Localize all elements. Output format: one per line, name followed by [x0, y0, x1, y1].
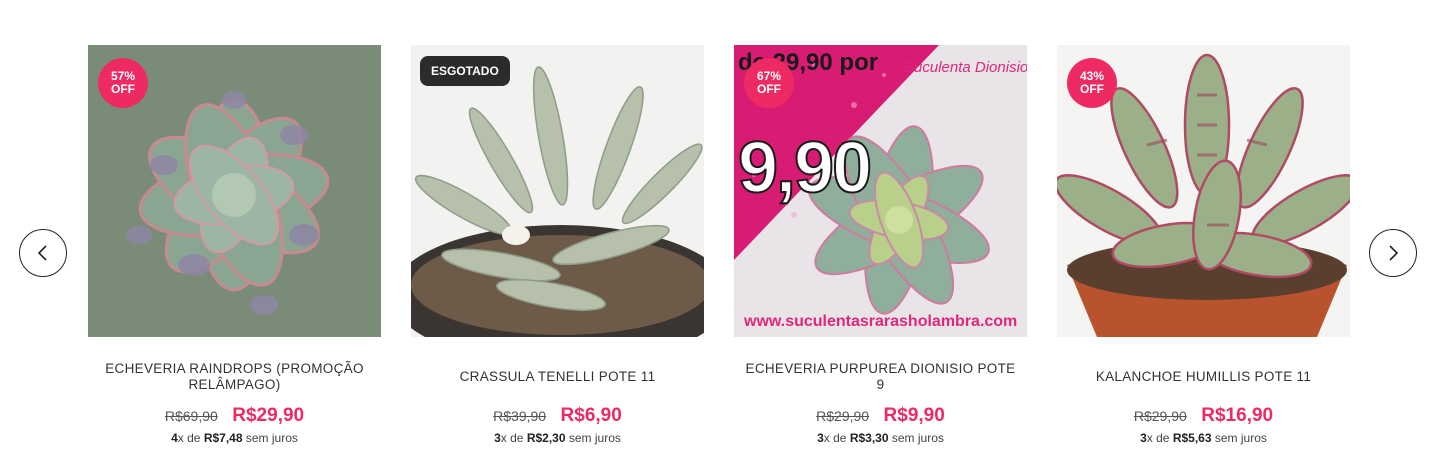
installment-suffix: sem juros [888, 431, 944, 445]
installment-count: 3 [494, 431, 501, 445]
installments: 4x de R$7,48 sem juros [88, 431, 381, 445]
soldout-badge: ESGOTADO [420, 56, 510, 86]
installment-value: R$3,30 [849, 431, 889, 445]
discount-badge: 43% OFF [1067, 58, 1117, 108]
product-image[interactable]: de 29,90 por Suculenta Dionisio 9,90 www… [734, 45, 1027, 337]
carousel-next-button[interactable] [1369, 229, 1417, 277]
installment-sep: x de [823, 431, 850, 445]
carousel-prev-button[interactable] [19, 229, 67, 277]
installment-count: 4 [171, 431, 178, 445]
old-price: R$29,90 [1133, 408, 1187, 424]
product-card[interactable]: de 29,90 por Suculenta Dionisio 9,90 www… [734, 45, 1027, 445]
chevron-right-icon [1389, 245, 1399, 261]
installment-value: R$5,63 [1172, 431, 1212, 445]
old-price: R$29,90 [816, 408, 870, 424]
sale-price: R$16,90 [1201, 405, 1274, 426]
product-image[interactable]: 57% OFF [88, 45, 381, 337]
discount-off-label: OFF [757, 82, 781, 96]
installment-suffix: sem juros [242, 431, 298, 445]
installment-sep: x de [177, 431, 204, 445]
installments: 3x de R$3,30 sem juros [734, 431, 1027, 445]
discount-off-label: OFF [111, 82, 135, 96]
old-price: R$69,90 [164, 408, 218, 424]
promo-text-brand: Suculenta Dionisio [904, 59, 1027, 76]
product-image[interactable]: 43% OFF [1057, 45, 1350, 337]
promo-big-price: 9,90 [737, 127, 873, 209]
installments: 3x de R$5,63 sem juros [1057, 431, 1350, 445]
installments: 3x de R$2,30 sem juros [411, 431, 704, 445]
product-photo [411, 45, 704, 337]
product-name[interactable]: ECHEVERIA RAINDROPS (PROMOÇÃO RELÂMPAGO) [88, 361, 381, 393]
chevron-left-icon [37, 245, 47, 261]
sale-price: R$6,90 [560, 405, 622, 426]
installment-count: 3 [817, 431, 824, 445]
discount-badge: 67% OFF [744, 58, 794, 108]
discount-off-label: OFF [1080, 82, 1104, 96]
price-row: R$29,90 R$16,90 [1057, 405, 1350, 427]
installment-count: 3 [1140, 431, 1147, 445]
installment-sep: x de [1146, 431, 1173, 445]
sale-price: R$29,90 [232, 405, 305, 426]
product-card[interactable]: 57% OFF ECHEVERIA RAINDROPS (PROMOÇÃO RE… [88, 45, 381, 445]
price-row: R$39,90 R$6,90 [411, 405, 704, 427]
installment-sep: x de [500, 431, 527, 445]
product-card[interactable]: 43% OFF KALANCHOE HUMILLIS POTE 11 R$29,… [1057, 45, 1350, 445]
price-row: R$29,90 R$9,90 [734, 405, 1027, 427]
installment-suffix: sem juros [1211, 431, 1267, 445]
product-image[interactable]: ESGOTADO [411, 45, 704, 337]
installment-suffix: sem juros [565, 431, 621, 445]
product-name[interactable]: KALANCHOE HUMILLIS POTE 11 [1057, 361, 1350, 393]
product-name[interactable]: CRASSULA TENELLI POTE 11 [411, 361, 704, 393]
price-row: R$69,90 R$29,90 [88, 405, 381, 427]
promo-url: www.suculentasrarasholambra.com [744, 313, 1018, 330]
installment-value: R$2,30 [526, 431, 566, 445]
discount-badge: 57% OFF [98, 58, 148, 108]
product-name[interactable]: ECHEVERIA PURPUREA DIONISIO POTE 9 [734, 361, 1027, 393]
product-card[interactable]: ESGOTADO CRASSULA TENELLI POTE 11 R$39,9… [411, 45, 704, 445]
sale-price: R$9,90 [883, 405, 945, 426]
installment-value: R$7,48 [203, 431, 243, 445]
old-price: R$39,90 [493, 408, 547, 424]
